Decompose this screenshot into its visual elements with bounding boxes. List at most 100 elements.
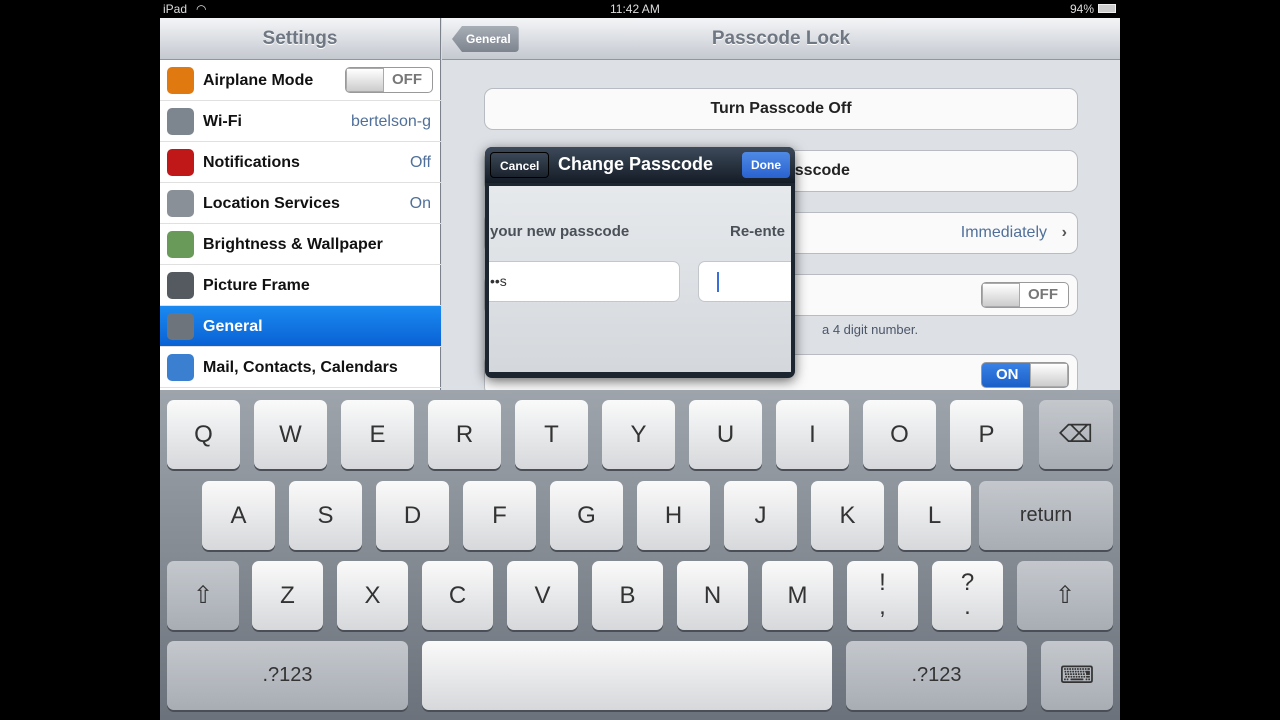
toggle-knob (346, 68, 384, 92)
airplane-mode-toggle[interactable]: OFF (345, 67, 433, 93)
key-k[interactable]: K (811, 481, 884, 550)
hide-keyboard-key[interactable]: ⌨ (1041, 641, 1113, 710)
key-c[interactable]: C (422, 561, 493, 630)
key-z[interactable]: Z (252, 561, 323, 630)
sidebar-item-location-services[interactable]: Location Services On (160, 183, 441, 224)
turn-passcode-off-button[interactable]: Turn Passcode Off (484, 88, 1078, 130)
key-u[interactable]: U (689, 400, 762, 469)
sidebar-item-general[interactable]: General (160, 306, 441, 347)
picture-frame-toggle[interactable]: ON (981, 362, 1069, 388)
key-!,[interactable]: ! , (847, 561, 918, 630)
key-t[interactable]: T (515, 400, 588, 469)
key-p[interactable]: P (950, 400, 1023, 469)
key-?.[interactable]: ? . (932, 561, 1003, 630)
status-bar: iPad ◠ 11:42 AM 94% (160, 0, 1120, 18)
text-cursor (717, 272, 719, 292)
key-e[interactable]: E (341, 400, 414, 469)
done-button[interactable]: Done (742, 152, 790, 178)
dialog-body: your new passcode Re-ente ••s (489, 186, 791, 372)
space-bar[interactable] (422, 641, 832, 710)
sidebar-item-label: Location Services (203, 195, 340, 212)
sidebar-item-label: Picture Frame (203, 277, 310, 294)
reenter-passcode-label: Re-ente (730, 223, 786, 240)
key-s[interactable]: S (289, 481, 362, 550)
key-x[interactable]: X (337, 561, 408, 630)
sidebar-item-value: Off (409, 154, 431, 171)
key-l[interactable]: L (898, 481, 971, 550)
turn-passcode-off-label: Turn Passcode Off (710, 100, 852, 117)
notifications-icon (167, 149, 194, 176)
key-h[interactable]: H (637, 481, 710, 550)
gear-icon (167, 313, 194, 340)
sidebar-item-label: Wi-Fi (203, 113, 242, 130)
battery-percent: 94% (1069, 2, 1094, 16)
change-passcode-dialog: Cancel Change Passcode Done your new pas… (485, 147, 795, 378)
key-q[interactable]: Q (167, 400, 240, 469)
sidebar-item-picture-frame[interactable]: Picture Frame (160, 265, 441, 306)
key-d[interactable]: D (376, 481, 449, 550)
key-m[interactable]: M (762, 561, 833, 630)
key-n[interactable]: N (677, 561, 748, 630)
sidebar-item-label: Airplane Mode (203, 72, 314, 89)
dialog-header: Cancel Change Passcode Done (485, 147, 795, 183)
toggle-state: ON (996, 366, 1019, 383)
delete-key[interactable]: ⌫ (1039, 400, 1113, 469)
wifi-icon: ◠ (196, 2, 207, 16)
picture-frame-icon (167, 272, 194, 299)
dialog-title: Change Passcode (558, 154, 714, 174)
simple-passcode-toggle[interactable]: OFF (981, 282, 1069, 308)
screen: Settings General Passcode Lock Airplane … (160, 18, 1120, 720)
new-passcode-label: your new passcode (490, 223, 630, 240)
key-y[interactable]: Y (602, 400, 675, 469)
toggle-knob (982, 283, 1020, 307)
key-v[interactable]: V (507, 561, 578, 630)
sidebar-item-value: bertelson-g (350, 113, 431, 130)
toggle-knob (1030, 363, 1068, 387)
settings-navbar: Settings (160, 18, 441, 60)
chevron-right-icon: › (1061, 224, 1067, 241)
sidebar-item-mail-contacts-calendars[interactable]: Mail, Contacts, Calendars (160, 347, 441, 388)
mail-icon (167, 354, 194, 381)
detail-navbar: General Passcode Lock (442, 18, 1120, 60)
key-f[interactable]: F (463, 481, 536, 550)
sidebar-item-label: Notifications (203, 154, 300, 171)
numbers-key[interactable]: .?123 (167, 641, 408, 710)
cancel-button[interactable]: Cancel (490, 152, 550, 178)
keyboard: Q W E R T Y U I O P ⌫ A S D F G H J K Lreturn ⇧ Z X C V B N M! ,? .… (160, 390, 1120, 720)
settings-sidebar: Airplane Mode OFF Wi-Fi bertelson-g Notifica… (160, 60, 441, 390)
settings-title: Settings (262, 28, 338, 49)
toggle-state: OFF (1028, 286, 1058, 303)
device-label: iPad (163, 2, 188, 16)
airplane-icon (167, 67, 194, 94)
numbers-key[interactable]: .?123 (846, 641, 1027, 710)
clock: 11:42 AM (610, 2, 660, 16)
sidebar-item-label: Mail, Contacts, Calendars (203, 359, 398, 376)
return-key[interactable]: return (979, 481, 1113, 550)
sidebar-item-brightness-wallpaper[interactable]: Brightness & Wallpaper (160, 224, 441, 265)
key-w[interactable]: W (254, 400, 327, 469)
key-b[interactable]: B (592, 561, 663, 630)
reenter-passcode-field[interactable] (698, 261, 791, 302)
require-passcode-value: Immediately (960, 224, 1047, 241)
simple-passcode-footnote: a 4 digit number. (822, 322, 919, 337)
brightness-icon (167, 231, 194, 258)
detail-title: Passcode Lock (711, 28, 851, 49)
back-button-general[interactable]: General (452, 26, 519, 52)
battery-icon (1098, 4, 1116, 13)
shift-key[interactable]: ⇧ (167, 561, 239, 630)
key-j[interactable]: J (724, 481, 797, 550)
key-r[interactable]: R (428, 400, 501, 469)
sidebar-item-airplane-mode[interactable]: Airplane Mode OFF (160, 60, 441, 101)
sidebar-item-label: Brightness & Wallpaper (203, 236, 383, 253)
sidebar-item-wi-fi[interactable]: Wi-Fi bertelson-g (160, 101, 441, 142)
sidebar-item-notifications[interactable]: Notifications Off (160, 142, 441, 183)
key-g[interactable]: G (550, 481, 623, 550)
key-o[interactable]: O (863, 400, 936, 469)
new-passcode-field[interactable]: ••s (489, 261, 680, 302)
wifi-icon (167, 108, 194, 135)
location-icon (167, 190, 194, 217)
toggle-state: OFF (392, 71, 422, 88)
key-i[interactable]: I (776, 400, 849, 469)
shift-key[interactable]: ⇧ (1017, 561, 1113, 630)
key-a[interactable]: A (202, 481, 275, 550)
